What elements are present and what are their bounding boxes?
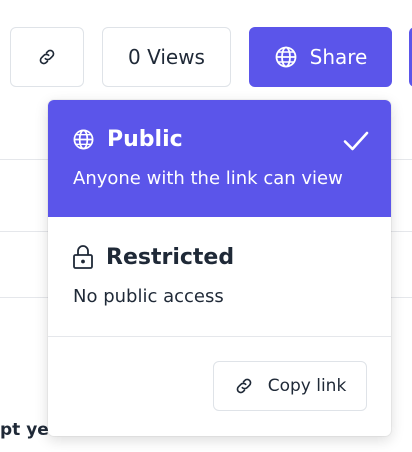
link-icon [37, 47, 57, 67]
copy-link-toolbar-button[interactable] [10, 27, 84, 87]
globe-icon [274, 45, 298, 69]
share-label: Share [309, 45, 368, 69]
share-button[interactable]: Share [249, 27, 392, 87]
restricted-title: Restricted [106, 244, 235, 270]
share-dropdown: Public Anyone with the link can view Res… [48, 100, 391, 436]
restricted-description: No public access [73, 286, 224, 307]
views-label: 0 Views [128, 45, 205, 69]
copy-link-label: Copy link [267, 376, 347, 396]
public-description: Anyone with the link can view [73, 168, 343, 189]
globe-icon [72, 128, 95, 151]
public-title-row: Public [72, 127, 183, 152]
checkmark-icon [343, 130, 369, 152]
share-option-restricted[interactable]: Restricted No public access [48, 217, 391, 337]
public-title: Public [107, 127, 183, 152]
views-button[interactable]: 0 Views [102, 27, 231, 87]
restricted-title-row: Restricted [72, 244, 234, 270]
copy-link-button[interactable]: Copy link [213, 361, 367, 411]
lock-icon [72, 244, 94, 270]
share-option-public[interactable]: Public Anyone with the link can view [48, 100, 391, 217]
link-icon [234, 376, 254, 396]
